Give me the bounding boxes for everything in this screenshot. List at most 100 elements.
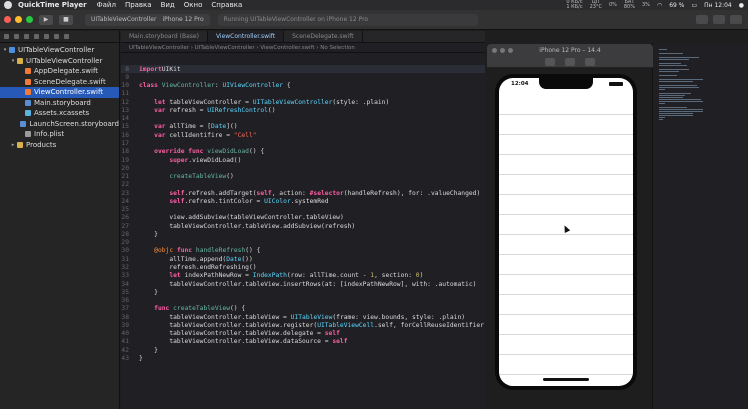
code-line[interactable]: 33 let indexPathNewRow = IndexPath(row: … (121, 272, 485, 280)
minimize-window-icon[interactable] (15, 16, 22, 23)
temperature-status[interactable]: ЦП 23°C (590, 0, 602, 10)
simulator-title-bar[interactable]: iPhone 12 Pro – 14.4 (487, 44, 653, 56)
control-center-icon[interactable]: ● (739, 2, 744, 9)
symbol-navigator-tab-icon[interactable] (24, 34, 29, 39)
code-line[interactable]: 23 self.refresh.addTarget(self, action: … (121, 189, 485, 197)
menu-item-help[interactable]: Справка (211, 1, 242, 9)
navigator-item[interactable]: ViewController.swift (0, 87, 119, 98)
code-text: override func viewDidLoad() { (154, 148, 265, 156)
code-line[interactable]: 25 (121, 206, 485, 214)
code-line[interactable]: 29 (121, 239, 485, 247)
code-line[interactable]: 22 (121, 181, 485, 189)
code-text: let indexPathNewRow = IndexPath(row: all… (169, 272, 424, 280)
code-line[interactable]: 12 let tableViewController = UITableView… (121, 98, 485, 106)
code-line[interactable]: 30 @objc func handleRefresh() { (121, 247, 485, 255)
minimap[interactable] (652, 43, 748, 409)
code-line[interactable]: 21 createTableView() (121, 172, 485, 180)
code-line[interactable]: 35 } (121, 288, 485, 296)
code-line[interactable]: 42 } (121, 346, 485, 354)
disclosure-icon[interactable]: ▾ (2, 47, 8, 53)
source-control-tab-icon[interactable] (14, 34, 19, 39)
apple-logo-icon[interactable] (4, 1, 12, 9)
battery-sensor-status[interactable]: БАТ 80% (624, 0, 635, 10)
library-button[interactable] (696, 15, 708, 24)
storyboard-icon (25, 99, 31, 106)
menu-item-window[interactable]: Окно (184, 1, 203, 9)
code-review-button[interactable] (713, 15, 725, 24)
code-line[interactable]: 16 var cellIdentifire = "Cell" (121, 131, 485, 139)
code-line[interactable]: 39 tableViewController.tableView.registe… (121, 321, 485, 329)
navigator-item[interactable]: Main.storyboard (0, 98, 119, 109)
toggle-inspectors-button[interactable] (730, 15, 742, 24)
minimap-line (659, 71, 679, 72)
home-icon[interactable] (565, 57, 575, 66)
code-line[interactable]: 24 self.refresh.tintColor = UIColor.syst… (121, 197, 485, 205)
code-line[interactable]: 28 } (121, 230, 485, 238)
cpu-status[interactable]: 0% (609, 2, 617, 8)
menu-item-view[interactable]: Вид (161, 1, 175, 9)
rotate-icon[interactable] (585, 57, 595, 66)
navigator-item[interactable]: LaunchScreen.storyboard (0, 119, 119, 130)
battery-percent[interactable]: 69 % (669, 2, 684, 9)
navigator-item[interactable]: SceneDelegate.swift (0, 77, 119, 88)
load-status[interactable]: 3% (642, 2, 650, 8)
code-line[interactable]: 43} (121, 354, 485, 362)
code-line[interactable]: 40 tableViewController.tableView.delegat… (121, 330, 485, 338)
code-line[interactable]: 20 (121, 164, 485, 172)
tab-main-storyboard[interactable]: Main.storyboard (Base) (121, 31, 208, 42)
debug-navigator-tab-icon[interactable] (64, 34, 69, 39)
run-button[interactable]: ▶ (39, 14, 53, 25)
code-line[interactable]: 26 view.addSubview(tableViewController.t… (121, 214, 485, 222)
code-line[interactable]: 19 super.viewDidLoad() (121, 156, 485, 164)
code-line[interactable]: 10 class ViewController: UIViewController… (121, 82, 485, 90)
code-line[interactable]: 9 (121, 73, 485, 81)
screenshot-icon[interactable] (545, 57, 555, 66)
test-navigator-tab-icon[interactable] (54, 34, 59, 39)
navigator-item[interactable]: Assets.xcassets (0, 108, 119, 119)
jump-bar[interactable]: UITableViewController › UITableViewContr… (121, 43, 485, 53)
issue-navigator-tab-icon[interactable] (44, 34, 49, 39)
menu-item-file[interactable]: Файл (97, 1, 116, 9)
navigator-item[interactable]: ▸ Products (0, 140, 119, 151)
navigator-item[interactable]: AppDelegate.swift (0, 66, 119, 77)
disclosure-icon[interactable]: ▾ (10, 58, 16, 64)
menu-app-name[interactable]: QuickTime Player (18, 1, 87, 9)
code-line[interactable]: 36 (121, 296, 485, 304)
find-navigator-tab-icon[interactable] (34, 34, 39, 39)
home-indicator[interactable] (543, 378, 589, 381)
code-line[interactable]: 15 var allTime = [Date]() (121, 123, 485, 131)
code-line[interactable]: 34 tableViewController.tableView.insertR… (121, 280, 485, 288)
code-line[interactable]: 41 tableViewController.tableView.dataSou… (121, 338, 485, 346)
navigator-item[interactable]: Info.plist (0, 129, 119, 140)
code-line[interactable]: 32 refresh.endRefreshing() (121, 263, 485, 271)
code-line[interactable]: 17 (121, 139, 485, 147)
code-line[interactable]: 38 tableViewController.tableView = UITab… (121, 313, 485, 321)
battery-icon[interactable]: ▭ (691, 2, 697, 9)
stop-button[interactable]: ■ (59, 14, 73, 25)
scheme-selector[interactable]: UITableViewController iPhone 12 Pro (85, 13, 210, 26)
zoom-window-icon[interactable] (26, 16, 33, 23)
line-number: 24 (121, 197, 129, 205)
code-line[interactable]: 8 importUIKit (121, 65, 485, 73)
menu-item-edit[interactable]: Правка (125, 1, 152, 9)
simulator-window: iPhone 12 Pro – 14.4 12:04 (487, 44, 653, 409)
code-line[interactable]: 11 (121, 90, 485, 98)
code-line[interactable]: 37 func createTableView() { (121, 305, 485, 313)
tab-viewcontroller-swift[interactable]: ViewController.swift (207, 31, 285, 42)
code-line[interactable]: 13 var refresh = UIRefreshControl() (121, 106, 485, 114)
navigator-item[interactable]: ▾ UITableViewController (0, 45, 119, 56)
network-status[interactable]: 0 КБ/с 1 КБ/с (566, 0, 582, 10)
disclosure-icon[interactable]: ▸ (10, 142, 16, 148)
project-navigator-tab-icon[interactable] (4, 34, 9, 39)
code-line[interactable]: 31 allTime.append(Date()) (121, 255, 485, 263)
wifi-icon[interactable]: ◠ (657, 2, 662, 9)
tab-scenedelegate-swift[interactable]: SceneDelegate.swift (284, 31, 363, 42)
code-line[interactable]: 27 tableViewController.tableView.addSubv… (121, 222, 485, 230)
navigator-item[interactable]: ▾ UITableViewController (0, 56, 119, 67)
code-area[interactable]: 8 importUIKit 9 10 class ViewController: UIV… (121, 65, 485, 363)
code-line[interactable]: 18 override func viewDidLoad() { (121, 148, 485, 156)
close-window-icon[interactable] (4, 16, 11, 23)
code-line[interactable]: 14 (121, 115, 485, 123)
menu-clock[interactable]: Пн 12:04 (704, 2, 732, 9)
code-text: var refresh = UIRefreshControl() (154, 106, 276, 114)
